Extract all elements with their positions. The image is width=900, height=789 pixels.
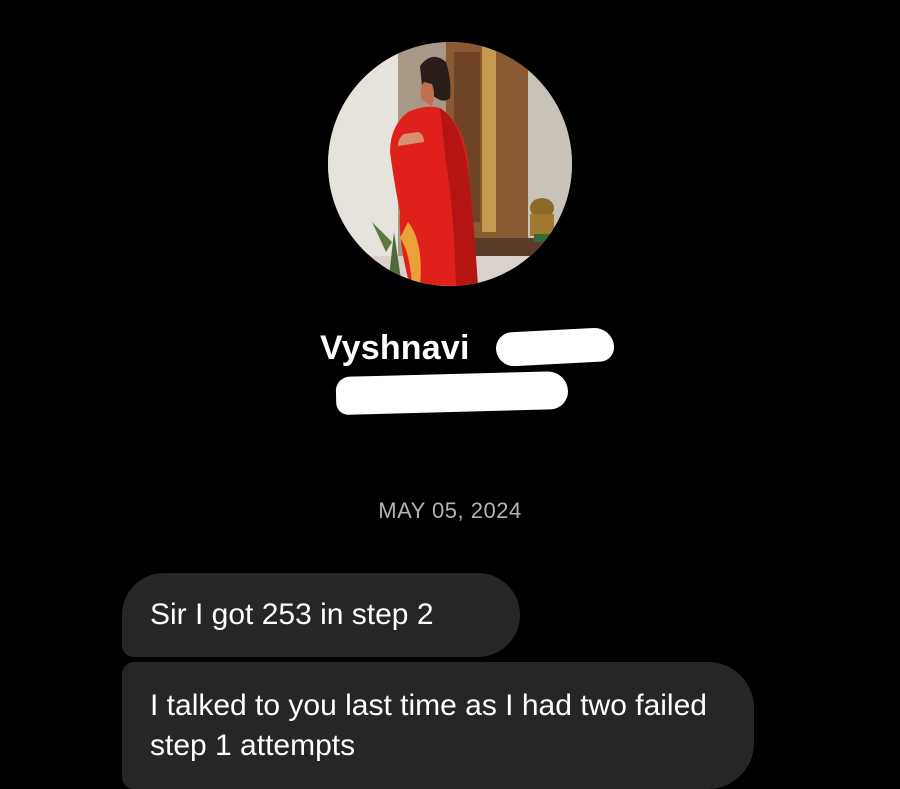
message-text: I talked to you last time as I had two f… bbox=[150, 689, 707, 762]
username-redaction bbox=[335, 370, 569, 416]
profile-username-row: vy bbox=[335, 370, 576, 416]
message-text: Sir I got 253 in step 2 bbox=[150, 598, 434, 631]
name-redaction bbox=[495, 326, 615, 368]
profile-avatar[interactable] bbox=[328, 42, 572, 286]
profile-name-row: Vyshnavi bbox=[320, 326, 615, 370]
conversation-date: MAY 05, 2024 bbox=[378, 498, 522, 523]
profile-photo bbox=[328, 42, 572, 286]
profile-name: Vyshnavi bbox=[320, 329, 470, 367]
message-bubble[interactable]: Sir I got 253 in step 2 bbox=[122, 573, 520, 657]
message-bubble[interactable]: I talked to you last time as I had two f… bbox=[122, 662, 754, 789]
